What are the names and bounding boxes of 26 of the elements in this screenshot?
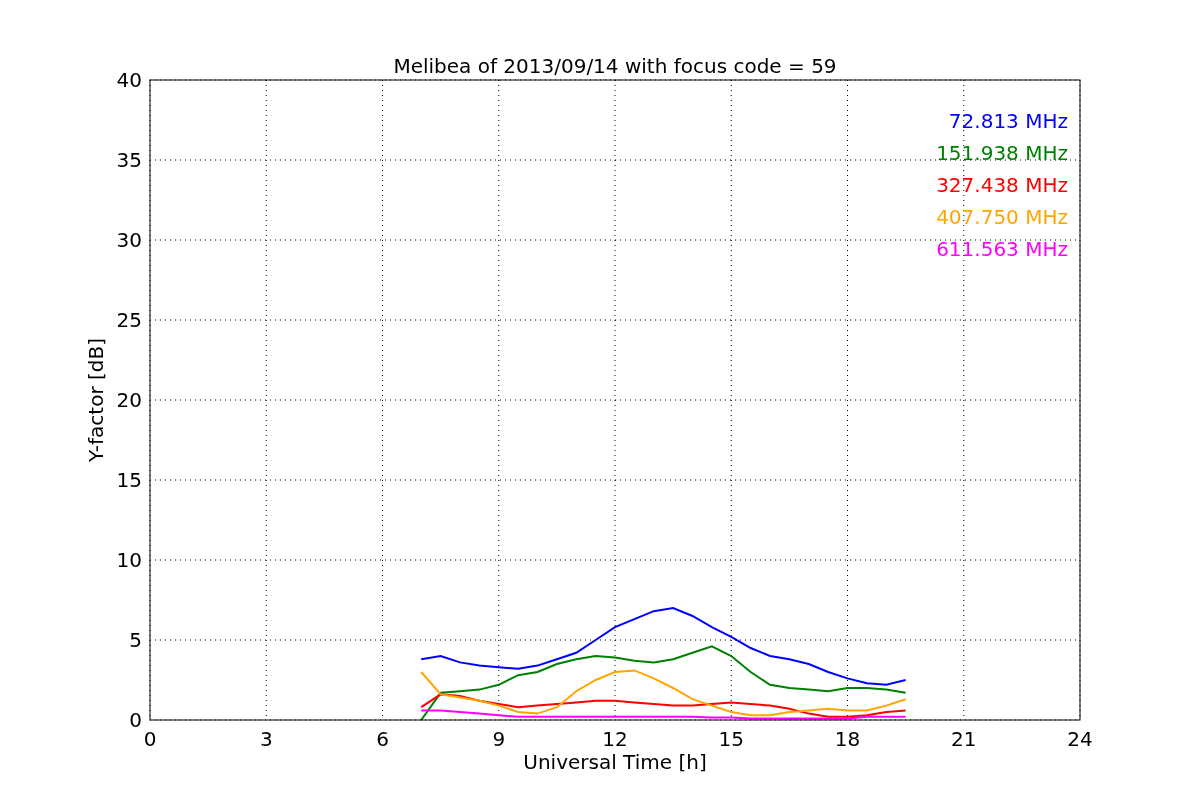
y-tick-label: 30 bbox=[116, 228, 142, 252]
y-tick-label: 35 bbox=[116, 148, 142, 172]
legend-entry: 611.563 MHz bbox=[936, 237, 1068, 261]
x-tick-label: 18 bbox=[834, 727, 861, 751]
x-tick-label: 15 bbox=[718, 727, 744, 751]
y-tick-label: 10 bbox=[116, 548, 142, 572]
y-axis-label: Y-factor [dB] bbox=[84, 338, 108, 462]
y-tick-label: 5 bbox=[129, 628, 142, 652]
legend-entry: 327.438 MHz bbox=[936, 173, 1068, 197]
chart-title: Melibea of 2013/09/14 with focus code = 59 bbox=[393, 54, 837, 78]
y-tick-label: 15 bbox=[116, 468, 142, 492]
legend-entry: 151.938 MHz bbox=[936, 141, 1068, 165]
legend-entry: 72.813 MHz bbox=[948, 109, 1068, 133]
y-tick-label: 25 bbox=[116, 308, 142, 332]
y-tick-label: 20 bbox=[116, 388, 142, 412]
x-tick-label: 3 bbox=[259, 727, 273, 751]
x-tick-label: 6 bbox=[376, 727, 389, 751]
x-tick-label: 21 bbox=[951, 727, 977, 751]
x-axis-label: Universal Time [h] bbox=[523, 750, 707, 774]
x-tick-label: 12 bbox=[602, 727, 628, 751]
y-tick-label: 0 bbox=[129, 708, 142, 732]
x-tick-label: 24 bbox=[1067, 727, 1093, 751]
y-tick-label: 40 bbox=[116, 68, 142, 92]
legend-entry: 407.750 MHz bbox=[936, 205, 1068, 229]
x-tick-label: 0 bbox=[143, 727, 157, 751]
x-tick-label: 9 bbox=[492, 727, 506, 751]
